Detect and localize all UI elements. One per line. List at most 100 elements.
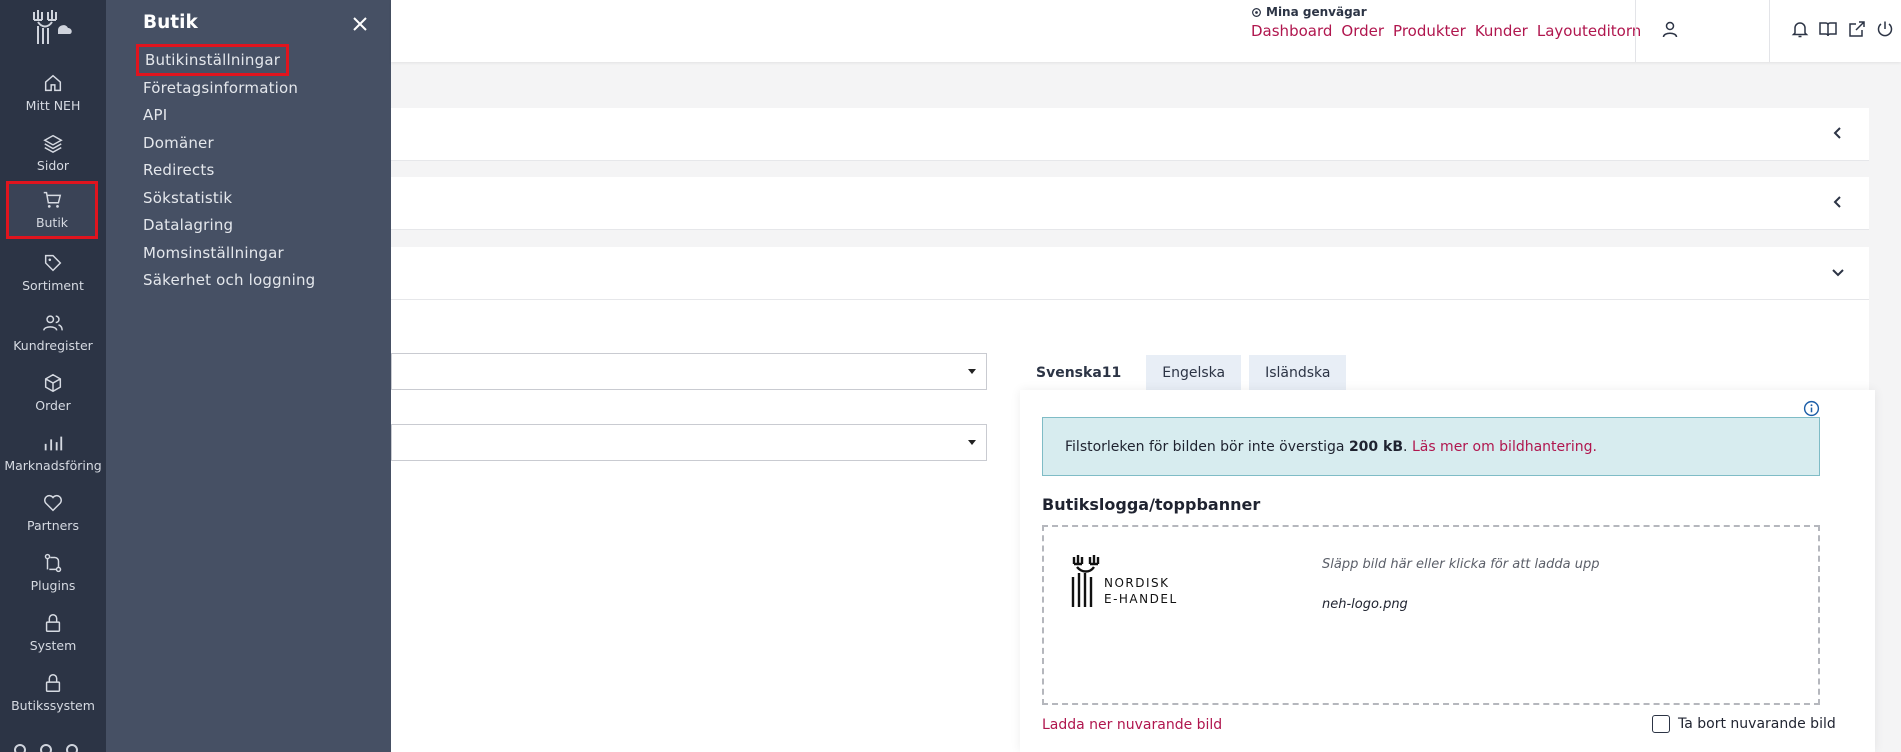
circle-icon[interactable] bbox=[14, 744, 26, 752]
rail-item-label: Plugins bbox=[30, 578, 76, 593]
notice-size: 200 kB bbox=[1348, 439, 1404, 455]
heart-icon bbox=[44, 494, 62, 512]
flyout-item-butikinstallningar[interactable]: Butikinställningar bbox=[135, 44, 315, 79]
rail-item-label: Butikssystem bbox=[11, 698, 95, 713]
image-dropzone[interactable]: NORDISK E-HANDEL Släpp bild här eller kl… bbox=[1042, 525, 1820, 705]
rail-item-label: Marknadsföring bbox=[4, 458, 102, 473]
select-dropdown[interactable] bbox=[391, 424, 987, 461]
dropzone-hint: Släpp bild här eller klicka för att ladd… bbox=[1322, 557, 1600, 572]
flyout-item-sokstatistik[interactable]: Sökstatistik bbox=[143, 189, 315, 217]
shortcuts-title-text: Mina genvägar bbox=[1266, 5, 1367, 19]
rail-item-mitt-neh[interactable]: Mitt NEH bbox=[0, 64, 106, 124]
select-dropdown[interactable] bbox=[391, 353, 987, 390]
notice-read-more-link[interactable]: Läs mer om bildhantering. bbox=[1412, 439, 1597, 455]
rail-item-label: Order bbox=[35, 398, 71, 413]
external-link-icon[interactable] bbox=[1847, 19, 1867, 39]
flyout-item-foretagsinformation[interactable]: Företagsinformation bbox=[143, 79, 315, 107]
caret-down-icon bbox=[968, 369, 976, 374]
shortcut-produkter-link[interactable]: Produkter bbox=[1393, 22, 1466, 40]
user-icon[interactable] bbox=[1660, 19, 1680, 39]
flyout-title: Butik bbox=[143, 12, 198, 33]
divider bbox=[1769, 0, 1770, 62]
flyout-item-label: Redirects bbox=[143, 161, 215, 179]
plugin-icon bbox=[44, 553, 62, 573]
dropzone-filename: neh-logo.png bbox=[1322, 597, 1408, 612]
rail-item-sortiment[interactable]: Sortiment bbox=[0, 244, 106, 304]
rail-item-kundregister[interactable]: Kundregister bbox=[0, 304, 106, 364]
lock-icon bbox=[45, 614, 61, 632]
tab-islandska[interactable]: Isländska bbox=[1249, 355, 1347, 391]
flyout-item-momsinstallningar[interactable]: Momsinställningar bbox=[143, 244, 315, 272]
gear-icon bbox=[1252, 7, 1261, 17]
logo-text-2: E-HANDEL bbox=[1104, 592, 1178, 606]
rail-item-plugins[interactable]: Plugins bbox=[0, 544, 106, 604]
rail-item-order[interactable]: Order bbox=[0, 364, 106, 424]
rail-item-label: Partners bbox=[27, 518, 79, 533]
accordion-section[interactable] bbox=[391, 177, 1869, 230]
box-icon bbox=[44, 373, 62, 393]
flyout-item-label: Företagsinformation bbox=[143, 78, 299, 97]
divider bbox=[1635, 0, 1636, 62]
bell-icon[interactable] bbox=[1790, 19, 1810, 39]
flyout-item-sakerhet-och-loggning[interactable]: Säkerhet och loggning bbox=[143, 271, 315, 299]
circle-icon[interactable] bbox=[66, 744, 78, 752]
book-icon[interactable] bbox=[1818, 19, 1838, 39]
rail-item-label: System bbox=[29, 638, 77, 653]
flyout-item-label: Domäner bbox=[143, 133, 214, 152]
shortcut-dashboard-link[interactable]: Dashboard bbox=[1251, 22, 1332, 40]
icon-rail: Mitt NEH Sidor Butik Sortiment Kundregis… bbox=[0, 0, 106, 752]
circle-icon[interactable] bbox=[40, 744, 52, 752]
rail-item-sidor[interactable]: Sidor bbox=[0, 124, 106, 184]
lock-icon bbox=[45, 674, 61, 692]
logo-text-1: NORDISK bbox=[1104, 576, 1170, 590]
flyout-item-label: Datalagring bbox=[143, 216, 234, 234]
shortcut-layouteditorn-link[interactable]: Layouteditorn bbox=[1537, 22, 1641, 40]
butik-flyout-menu: Butik Butikinställningar Företagsinforma… bbox=[106, 0, 391, 752]
flyout-item-label: Säkerhet och loggning bbox=[143, 271, 316, 289]
shortcut-order-link[interactable]: Order bbox=[1341, 22, 1384, 40]
top-header: Mina genvägar Dashboard Order Produkter … bbox=[391, 0, 1901, 62]
rail-item-butikssystem[interactable]: Butikssystem bbox=[0, 664, 106, 724]
power-icon[interactable] bbox=[1875, 19, 1895, 39]
close-icon[interactable] bbox=[350, 14, 370, 34]
flyout-item-api[interactable]: API bbox=[143, 106, 315, 134]
flyout-item-label: Butikinställningar bbox=[135, 44, 290, 76]
layers-icon bbox=[43, 134, 63, 154]
chevron-left-icon[interactable] bbox=[1829, 124, 1847, 142]
remove-image-checkbox[interactable] bbox=[1652, 715, 1670, 733]
shortcuts-title: Mina genvägar bbox=[1251, 5, 1641, 19]
shortcuts: Mina genvägar Dashboard Order Produkter … bbox=[1251, 5, 1641, 40]
shortcut-kunder-link[interactable]: Kunder bbox=[1475, 22, 1528, 40]
rail-item-label: Sortiment bbox=[22, 278, 84, 293]
accordion-section[interactable] bbox=[391, 108, 1869, 161]
notice-text: Filstorleken för bilden bör inte översti… bbox=[1065, 439, 1349, 455]
chevron-down-icon[interactable] bbox=[1829, 263, 1847, 281]
tab-svenska[interactable]: Svenska11 bbox=[1019, 355, 1139, 391]
caret-down-icon bbox=[968, 440, 976, 445]
shortcut-links: Dashboard Order Produkter Kunder Layoute… bbox=[1251, 22, 1641, 40]
remove-image-option[interactable]: Ta bort nuvarande bild bbox=[1652, 715, 1836, 733]
language-tabs: Svenska11 Engelska Isländska bbox=[1019, 355, 1347, 391]
tab-engelska[interactable]: Engelska bbox=[1146, 355, 1242, 391]
info-icon[interactable] bbox=[1803, 400, 1820, 417]
moose-logo-icon[interactable] bbox=[28, 8, 74, 48]
download-current-image-link[interactable]: Ladda ner nuvarande bild bbox=[1042, 717, 1222, 733]
accordion-section-expanded[interactable] bbox=[391, 247, 1869, 300]
rail-bottom-icons bbox=[14, 744, 78, 752]
rail-item-marknadsforing[interactable]: Marknadsföring bbox=[0, 424, 106, 484]
flyout-item-label: Sökstatistik bbox=[143, 188, 233, 207]
rail-item-label: Butik bbox=[35, 215, 69, 230]
rail-item-butik[interactable]: Butik bbox=[6, 181, 98, 239]
rail-item-label: Kundregister bbox=[13, 338, 93, 353]
chevron-left-icon[interactable] bbox=[1829, 193, 1847, 211]
rail-item-system[interactable]: System bbox=[0, 604, 106, 664]
remove-image-label: Ta bort nuvarande bild bbox=[1678, 716, 1836, 732]
flyout-item-redirects[interactable]: Redirects bbox=[143, 161, 315, 189]
flyout-item-domaner[interactable]: Domäner bbox=[143, 134, 315, 162]
tag-icon bbox=[44, 254, 62, 272]
rail-item-partners[interactable]: Partners bbox=[0, 484, 106, 544]
nordisk-ehandel-logo: NORDISK E-HANDEL bbox=[1071, 555, 1178, 607]
flyout-item-datalagring[interactable]: Datalagring bbox=[143, 216, 315, 244]
logo-section-title: Butikslogga/toppbanner bbox=[1042, 495, 1261, 514]
rail-item-label: Mitt NEH bbox=[25, 98, 81, 113]
